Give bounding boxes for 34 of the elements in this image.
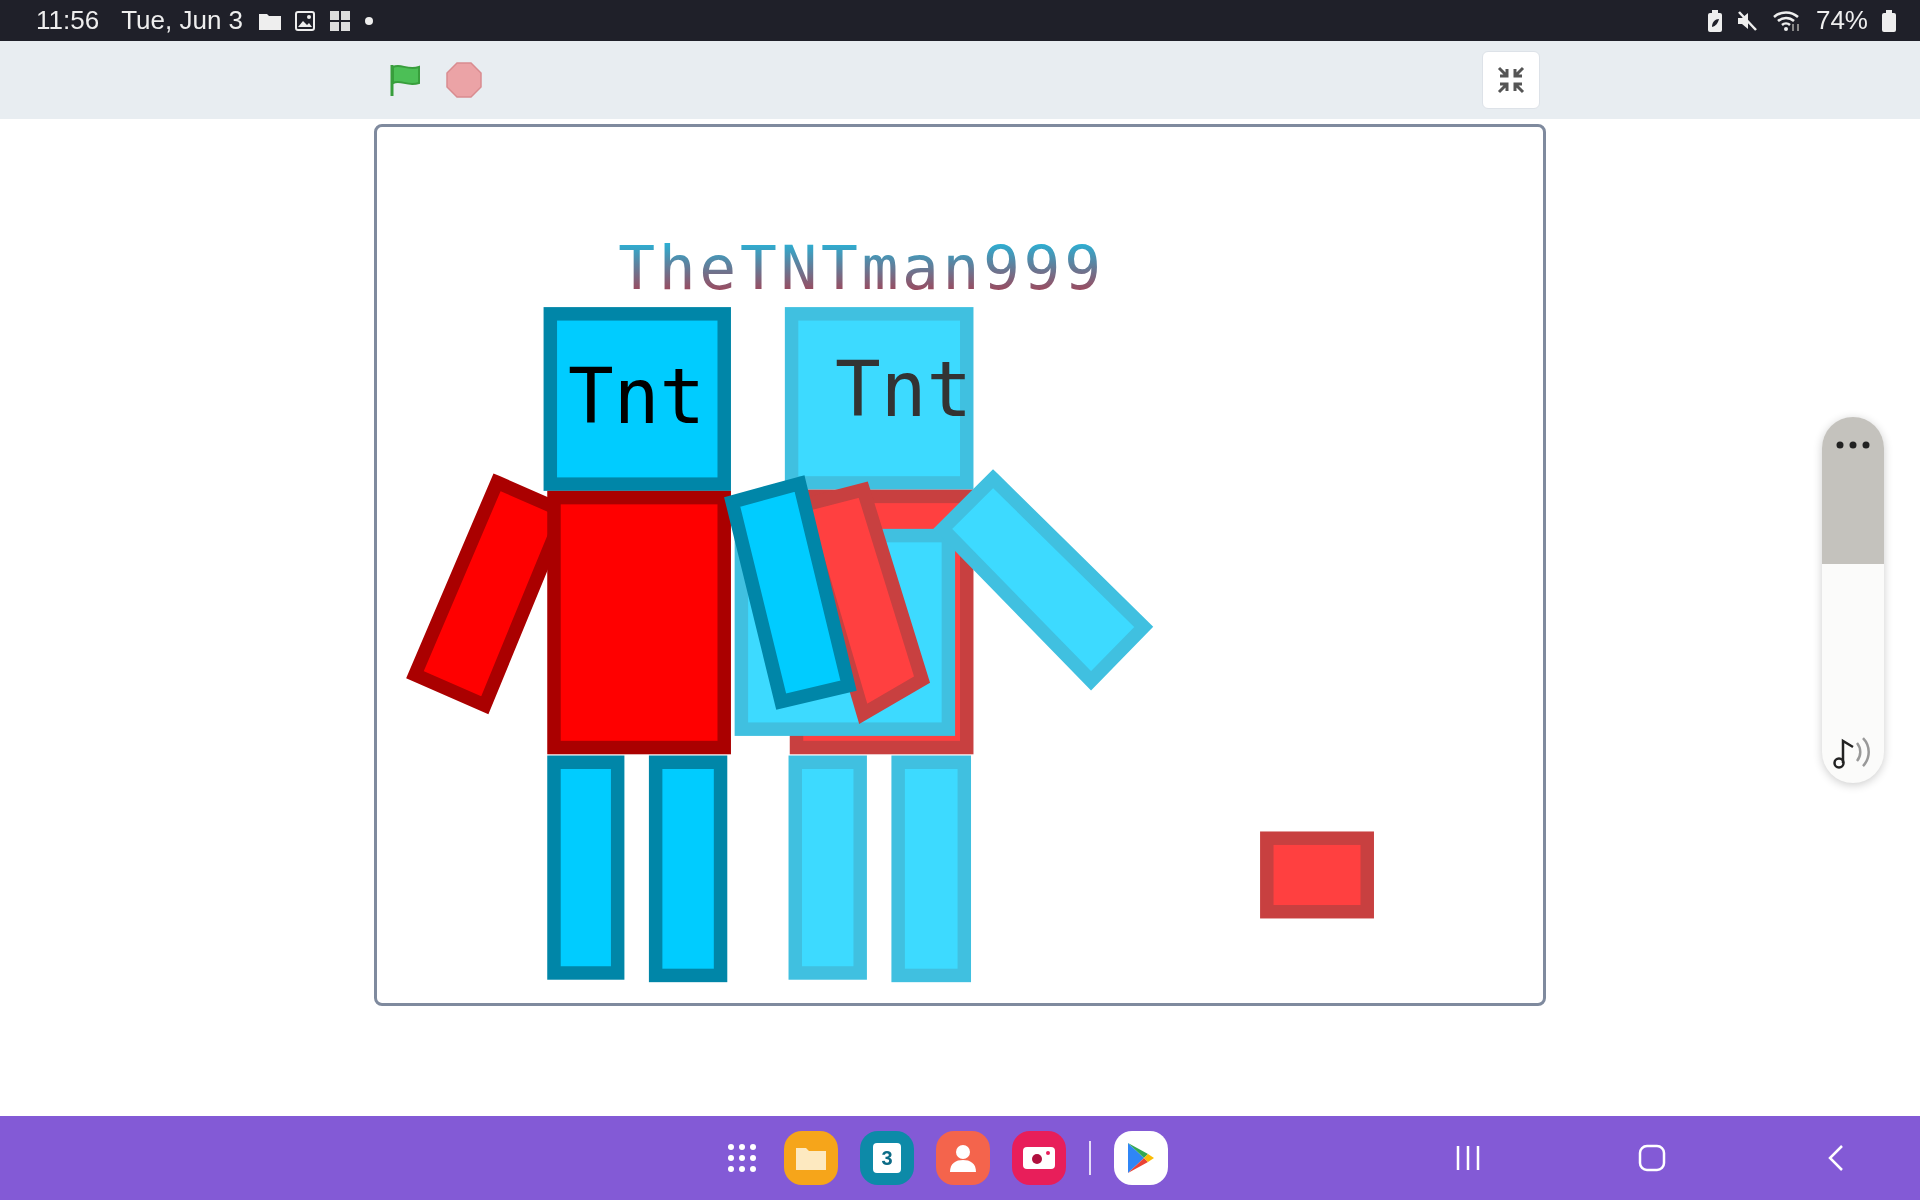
back-icon [1826, 1144, 1846, 1172]
recents-icon [1455, 1145, 1481, 1171]
calendar-app-button[interactable]: 3 [860, 1131, 914, 1185]
divider-line [1088, 1141, 1092, 1175]
more-icon [1836, 441, 1870, 449]
clock-time: 11:56 [36, 5, 100, 36]
grid-icon [329, 9, 352, 32]
status-date: Tue, Jun 3 [121, 5, 244, 36]
music-volume-icon [1833, 735, 1873, 769]
dot-icon [365, 16, 374, 25]
head-label: Tnt [568, 353, 706, 442]
username-title: TheTNTman999 [618, 231, 1105, 303]
person-icon [949, 1143, 977, 1173]
files-app-button[interactable] [784, 1131, 838, 1185]
contacts-app-button[interactable] [936, 1131, 990, 1185]
grid-dots-icon [727, 1143, 757, 1173]
play-triangle-icon [1126, 1142, 1156, 1174]
calendar-day: 3 [881, 1146, 893, 1170]
stop-icon [446, 62, 482, 98]
shrink-icon [1496, 65, 1526, 95]
head-label: Tnt [835, 346, 973, 435]
play-store-app-button[interactable] [1114, 1131, 1168, 1185]
camera-icon [1023, 1145, 1055, 1171]
camera-app-button[interactable] [1012, 1131, 1066, 1185]
battery-icon [1882, 9, 1896, 32]
wifi-icon [1771, 8, 1802, 33]
mute-icon [1735, 9, 1758, 32]
folder-icon [259, 11, 282, 30]
exit-fullscreen-button[interactable] [1482, 51, 1540, 109]
folder-icon [796, 1146, 826, 1170]
home-icon [1638, 1144, 1666, 1172]
image-icon [295, 10, 316, 31]
battery-percent: 74% [1815, 5, 1868, 36]
battery-saver-icon [1707, 9, 1722, 32]
